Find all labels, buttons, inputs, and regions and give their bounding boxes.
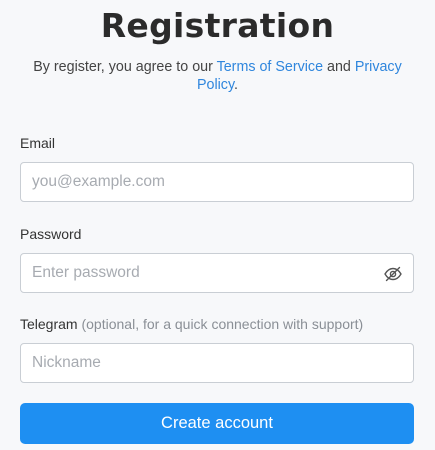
- terms-notice-prefix: By register, you agree to our: [33, 59, 217, 75]
- email-label: Email: [20, 135, 56, 151]
- password-field-container: [20, 253, 414, 293]
- terms-of-service-link[interactable]: Terms of Service: [217, 59, 323, 75]
- password-field[interactable]: [21, 254, 413, 292]
- email-field-container: [20, 162, 414, 202]
- page-title: Registration: [100, 6, 335, 45]
- telegram-label-hint: (optional, for a quick connection with s…: [81, 316, 364, 332]
- create-account-button[interactable]: Create account: [20, 403, 414, 444]
- telegram-label: Telegram (optional, for a quick connecti…: [20, 315, 363, 333]
- password-label: Password: [20, 226, 82, 242]
- email-field[interactable]: [21, 163, 413, 201]
- terms-notice: By register, you agree to our Terms of S…: [20, 58, 415, 94]
- telegram-field[interactable]: [21, 344, 413, 382]
- telegram-label-text: Telegram: [20, 316, 78, 332]
- terms-notice-and: and: [323, 59, 355, 75]
- terms-notice-suffix: .: [234, 77, 239, 93]
- telegram-field-container: [20, 343, 414, 383]
- eye-slash-icon[interactable]: [383, 264, 403, 284]
